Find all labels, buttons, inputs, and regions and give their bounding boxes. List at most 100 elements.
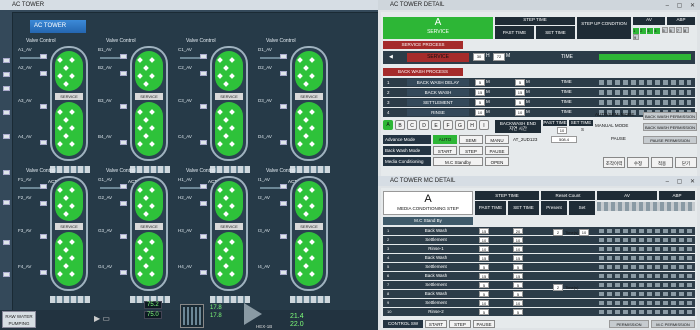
permission-indicator[interactable]: PERMISSION (609, 320, 649, 328)
history-button[interactable]: 조작이력 (603, 157, 625, 168)
valve-icon[interactable] (120, 270, 127, 275)
auto-mode-button[interactable]: AUTO (433, 135, 457, 144)
side-valve-icon[interactable] (3, 110, 10, 115)
edit-button[interactable]: 수정 (627, 157, 649, 168)
side-valve-icon[interactable] (3, 72, 10, 77)
valve-icon[interactable] (40, 140, 47, 145)
tank-vessel[interactable]: SERVICE (50, 46, 88, 161)
tank-vessel[interactable]: SERVICE (210, 176, 248, 291)
valve-control-label[interactable]: Valve Control (266, 38, 296, 44)
tank-vessel[interactable]: SERVICE (130, 46, 168, 161)
mc-set-value[interactable]: 10 (513, 300, 523, 306)
mc-count-present-1[interactable]: 2 (553, 229, 563, 236)
tower-select-button[interactable]: D (419, 120, 429, 130)
valve-icon[interactable] (200, 104, 207, 109)
valve-icon[interactable] (280, 270, 287, 275)
tower-select-button[interactable]: C (407, 120, 417, 130)
valve-icon[interactable] (40, 201, 47, 206)
side-valve-icon[interactable] (3, 134, 10, 139)
bw-set-value[interactable]: 15 (515, 89, 525, 96)
valve-icon[interactable] (200, 270, 207, 275)
tank-base-valves[interactable] (290, 296, 330, 303)
mc-set-value[interactable]: 15 (513, 273, 523, 279)
valve-icon[interactable] (200, 184, 207, 189)
valve-control-label[interactable]: Valve Control (106, 38, 136, 44)
tower-select-button[interactable]: E (431, 120, 441, 130)
valve-icon[interactable] (40, 234, 47, 239)
valve-icon[interactable] (280, 54, 287, 59)
step-button[interactable]: STEP (459, 146, 483, 155)
prev-arrow-icon[interactable]: ◀ (389, 54, 393, 60)
mc-count-set-1[interactable]: 10 (579, 229, 589, 236)
mc-set-value[interactable]: 20 (513, 228, 523, 234)
tower-select-button[interactable]: I (479, 120, 489, 130)
valve-icon[interactable] (200, 54, 207, 59)
mc-standby-button[interactable]: M.C Standby (433, 157, 483, 166)
valve-icon[interactable] (200, 71, 207, 76)
valve-icon[interactable] (200, 140, 207, 145)
mc-set-value[interactable]: 5 (513, 282, 523, 288)
open-button[interactable]: OPEN (485, 157, 509, 166)
mc-count-present-2[interactable]: 2 (553, 284, 563, 291)
valve-icon[interactable] (120, 234, 127, 239)
manu-mode-button[interactable]: MANU (485, 135, 509, 144)
valve-control-label[interactable]: Valve Control (186, 168, 216, 174)
service-minutes[interactable]: 72 (493, 53, 505, 61)
valve-control-label[interactable]: Valve Control (26, 168, 56, 174)
valve-icon[interactable] (280, 71, 287, 76)
mc-pause-button[interactable]: PAUSE (473, 320, 495, 328)
pause-button[interactable]: PAUSE (485, 146, 509, 155)
tank-vessel[interactable]: SERVICE (290, 176, 328, 291)
window-controls-icon[interactable]: – ▢ ✕ (666, 177, 698, 187)
valve-icon[interactable] (40, 104, 47, 109)
valve-icon[interactable] (40, 270, 47, 275)
pause-permission[interactable]: PAUSE PERMISSION (643, 136, 697, 144)
side-valve-icon[interactable] (3, 200, 10, 205)
valve-icon[interactable] (40, 71, 47, 76)
valve-control-label[interactable]: Valve Control (26, 38, 56, 44)
side-valve-icon[interactable] (3, 58, 10, 63)
side-valve-icon[interactable] (3, 272, 10, 277)
side-valve-icon[interactable] (3, 86, 10, 91)
service-hours[interactable]: 30 (473, 53, 485, 61)
mc-set-value[interactable]: 5 (513, 264, 523, 270)
valve-icon[interactable] (120, 54, 127, 59)
bw-permission-1[interactable]: BACK WASH PERMISSION (643, 112, 697, 120)
tower-select-button[interactable]: B (395, 120, 405, 130)
mc-permission-indicator[interactable]: M.C PERMISSION (651, 320, 695, 328)
mc-set-value[interactable]: 15 (513, 255, 523, 261)
valve-icon[interactable] (200, 201, 207, 206)
tower-select-button[interactable]: G (455, 120, 465, 130)
apply-button[interactable]: 적용 (651, 157, 673, 168)
side-valve-icon[interactable] (3, 170, 10, 175)
mc-start-button[interactable]: START (425, 320, 447, 328)
valve-control-label[interactable]: Valve Control (186, 38, 216, 44)
valve-icon[interactable] (280, 201, 287, 206)
semi-mode-button[interactable]: SEMI (459, 135, 483, 144)
valve-icon[interactable] (200, 234, 207, 239)
valve-icon[interactable] (120, 71, 127, 76)
valve-icon[interactable] (280, 104, 287, 109)
valve-icon[interactable] (40, 54, 47, 59)
bw-set-value[interactable]: 10 (515, 109, 525, 116)
window-controls-icon[interactable]: – ▢ ✕ (666, 1, 698, 11)
valve-control-label[interactable]: Valve Control (106, 168, 136, 174)
tank-vessel[interactable]: SERVICE (210, 46, 248, 161)
tower-select-button[interactable]: F (443, 120, 453, 130)
mc-step-button[interactable]: STEP (449, 320, 471, 328)
valve-control-label[interactable]: Valve Control (266, 168, 296, 174)
valve-icon[interactable] (40, 184, 47, 189)
mc-set-value[interactable]: 10 (513, 237, 523, 243)
mc-set-value[interactable]: 5 (513, 291, 523, 297)
bw-set-value[interactable]: 5 (515, 99, 525, 106)
bw-end-value[interactable]: 10 (557, 127, 567, 134)
valve-icon[interactable] (280, 140, 287, 145)
valve-icon[interactable] (120, 140, 127, 145)
tank-vessel[interactable]: SERVICE (130, 176, 168, 291)
tower-select-button[interactable]: H (467, 120, 477, 130)
pump-icon[interactable] (180, 304, 204, 328)
tank-vessel[interactable]: SERVICE (290, 46, 328, 161)
tower-header-tab[interactable]: AC TOWER (30, 20, 86, 33)
valve-icon[interactable] (120, 104, 127, 109)
bw-permission-2[interactable]: BACK WASH PERMISSION (643, 123, 697, 131)
